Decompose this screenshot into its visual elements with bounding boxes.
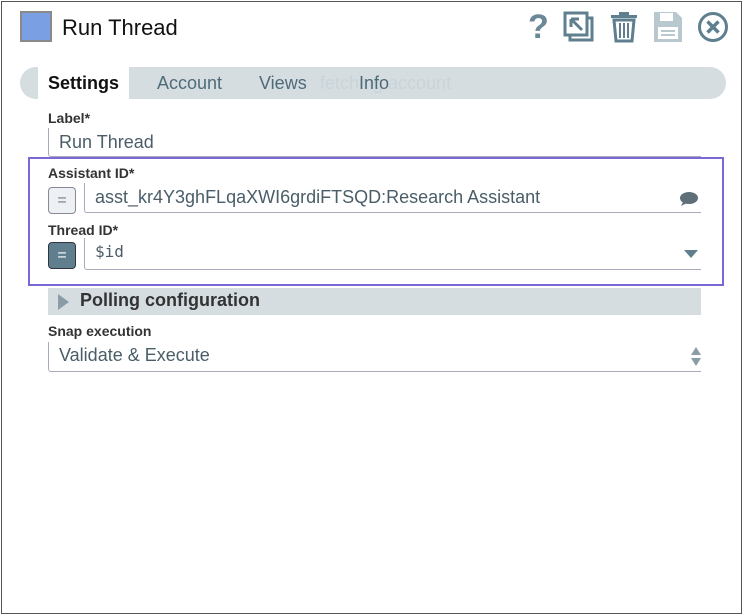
assistant-id-input[interactable]: asst_kr4Y3ghFLqaXWI6grdiFTSQD:Research A… [84, 183, 701, 213]
comment-icon[interactable] [679, 191, 699, 207]
thread-id-input[interactable]: $id [84, 238, 701, 270]
help-icon[interactable]: ? [525, 10, 549, 44]
tab-settings[interactable]: Settings [38, 67, 130, 99]
tab-info[interactable]: Info [359, 73, 389, 94]
svg-text:?: ? [528, 10, 549, 44]
save-icon[interactable] [653, 11, 683, 43]
assistant-id-value: asst_kr4Y3ghFLqaXWI6grdiFTSQD:Research A… [95, 187, 541, 207]
snap-execution-label: Snap execution [48, 323, 152, 339]
label-input[interactable]: Run Thread [48, 128, 701, 157]
polling-configuration-label: Polling configuration [80, 290, 260, 310]
assistant-id-expression-toggle[interactable]: = [48, 187, 76, 214]
snap-execution-select[interactable]: Validate & Execute [48, 342, 701, 372]
snap-execution-value: Validate & Execute [59, 345, 210, 365]
up-down-arrows-icon [691, 347, 701, 367]
close-icon[interactable] [697, 11, 729, 43]
trash-icon[interactable] [609, 11, 639, 43]
assistant-id-label: Assistant ID* [48, 165, 135, 181]
export-icon[interactable] [563, 11, 595, 43]
expand-triangle-icon [58, 294, 69, 310]
thread-id-label: Thread ID* [48, 222, 119, 238]
thread-id-expression-toggle[interactable]: = [48, 242, 76, 269]
tab-views[interactable]: Views [259, 73, 307, 94]
tab-bar: Settings Account Views fetching account … [20, 67, 726, 99]
thread-id-value: $id [95, 242, 124, 261]
polling-configuration-section[interactable]: Polling configuration [48, 288, 701, 315]
snap-color-swatch [20, 11, 52, 42]
label-field-label: Label* [48, 110, 91, 126]
dialog-title: Run Thread [62, 15, 178, 40]
dropdown-arrow-icon[interactable] [684, 250, 698, 258]
tab-account[interactable]: Account [157, 73, 222, 94]
